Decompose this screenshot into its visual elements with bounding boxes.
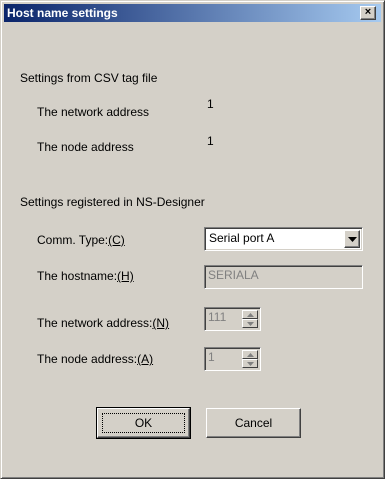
csv-settings-heading: Settings from CSV tag file: [20, 71, 158, 85]
node-address-spinner[interactable]: 1: [204, 347, 261, 371]
network-address-value: 111: [208, 310, 227, 324]
node-address-label: The node address:(A): [37, 352, 154, 366]
network-address-label: The network address:(N): [37, 316, 170, 330]
hostname-label: The hostname:(H): [37, 269, 134, 283]
comm-type-select[interactable]: Serial port A: [204, 227, 363, 251]
network-address-spin-up[interactable]: [242, 310, 258, 319]
designer-settings-heading: Settings registered in NS-Designer: [20, 195, 205, 209]
spin-down-icon: [247, 322, 254, 326]
comm-type-value: Serial port A: [209, 231, 275, 245]
hostname-value: SERIALA: [208, 268, 259, 282]
comm-type-label: Comm. Type:(C): [37, 233, 125, 247]
chevron-down-icon: [348, 237, 357, 242]
dialog-title: Host name settings: [7, 6, 118, 20]
spin-up-icon: [247, 353, 254, 357]
csv-network-address-value: 1: [207, 97, 214, 111]
network-address-spin-down[interactable]: [242, 319, 258, 328]
csv-network-address-label: The network address: [37, 105, 150, 119]
focus-rect: [102, 413, 185, 433]
spin-down-icon: [247, 362, 254, 366]
cancel-button-label: Cancel: [234, 416, 273, 430]
host-name-settings-dialog: Host name settings × Settings from CSV t…: [0, 0, 385, 479]
node-address-spin-down[interactable]: [242, 359, 258, 368]
network-address-spinner[interactable]: 111: [204, 307, 261, 331]
node-address-value: 1: [208, 350, 215, 364]
close-button[interactable]: ×: [360, 6, 376, 20]
hostname-field[interactable]: SERIALA: [204, 265, 363, 289]
csv-node-address-label: The node address: [37, 140, 134, 154]
comm-type-dropdown-button[interactable]: [344, 230, 360, 248]
close-icon: ×: [364, 6, 372, 18]
csv-node-address-value: 1: [207, 134, 214, 148]
cancel-button[interactable]: Cancel: [206, 408, 301, 438]
title-bar[interactable]: Host name settings ×: [4, 4, 381, 22]
ok-button[interactable]: OK: [96, 407, 191, 439]
node-address-spin-up[interactable]: [242, 350, 258, 359]
spin-up-icon: [247, 313, 254, 317]
